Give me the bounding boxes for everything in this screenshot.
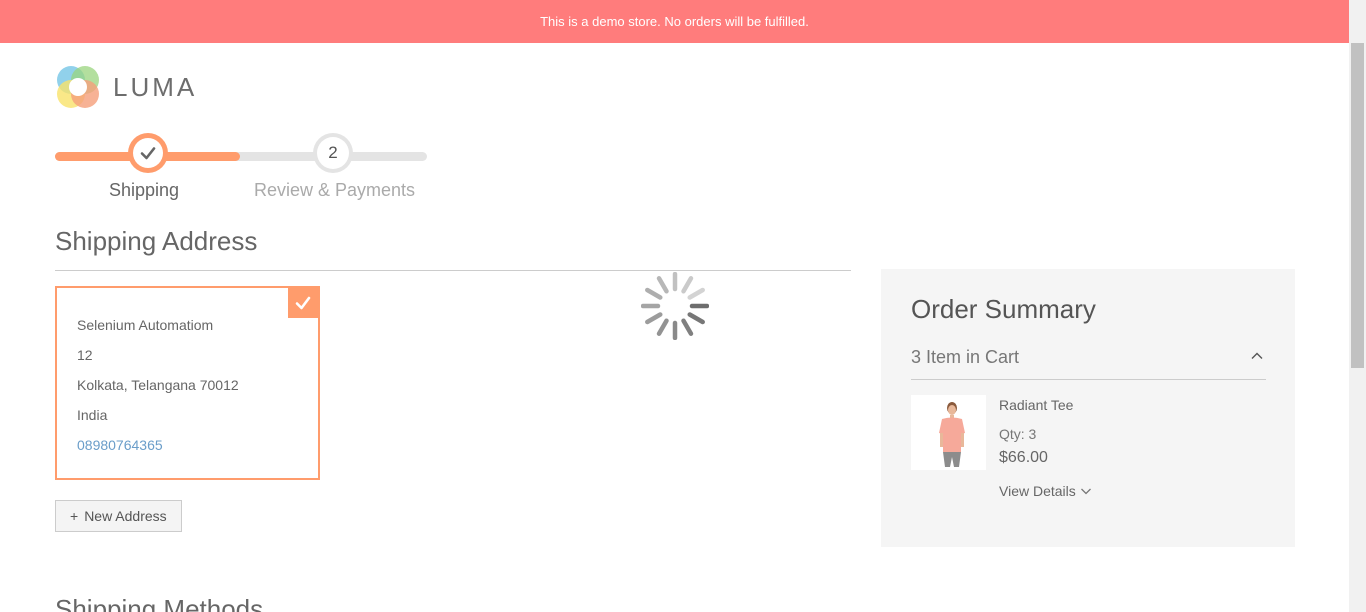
address-street: 12 xyxy=(77,347,93,363)
checkout-progress-bar: 2 Shipping Review & Payments xyxy=(55,130,427,210)
selected-address-card[interactable]: Selenium Automatiom 12 Kolkata, Telangan… xyxy=(55,286,320,480)
luma-logo[interactable]: LUMA xyxy=(55,64,215,110)
section-divider xyxy=(55,270,851,271)
logo-text: LUMA xyxy=(113,71,198,102)
chevron-up-icon xyxy=(1250,349,1264,363)
page-scrollbar[interactable] xyxy=(1349,0,1366,612)
new-address-label: New Address xyxy=(84,508,167,524)
product-name: Radiant Tee xyxy=(999,397,1074,413)
step-shipping-label: Shipping xyxy=(109,180,180,200)
shipping-methods-title: Shipping Methods xyxy=(55,594,264,612)
cart-item-count: 3 Item in Cart xyxy=(911,347,1020,367)
shipping-address-title: Shipping Address xyxy=(55,226,258,256)
logo-mark-icon xyxy=(55,64,101,110)
checkmark-icon xyxy=(133,138,163,168)
step-shipping-indicator xyxy=(128,133,168,173)
order-summary-title: Order Summary xyxy=(911,294,1096,324)
view-details-label: View Details xyxy=(999,483,1076,499)
address-phone-link[interactable]: 08980764365 xyxy=(77,434,318,464)
step-review-indicator: 2 xyxy=(313,133,353,173)
step-number: 2 xyxy=(317,137,349,169)
view-details-toggle[interactable]: View Details xyxy=(999,483,1092,499)
new-address-button[interactable]: + New Address xyxy=(55,500,182,532)
chevron-down-icon xyxy=(1080,488,1091,495)
product-price: $66.00 xyxy=(999,449,1048,466)
plus-icon: + xyxy=(70,508,79,524)
order-summary-panel: Order Summary 3 Item in Cart Radiant Tee… xyxy=(881,269,1295,547)
cart-items-toggle[interactable]: 3 Item in Cart xyxy=(911,347,1266,380)
product-image xyxy=(911,395,986,470)
selected-check-icon xyxy=(288,288,318,318)
demo-store-notice: This is a demo store. No orders will be … xyxy=(0,0,1349,43)
address-city: Kolkata, Telangana 70012 xyxy=(77,377,239,393)
product-qty: Qty: 3 xyxy=(999,426,1037,442)
address-name: Selenium Automatiom xyxy=(77,317,214,333)
address-country: India xyxy=(77,407,108,423)
step-review-label[interactable]: Review & Payments xyxy=(254,180,415,201)
loading-spinner-icon xyxy=(640,271,710,341)
scrollbar-thumb[interactable] xyxy=(1351,43,1364,368)
